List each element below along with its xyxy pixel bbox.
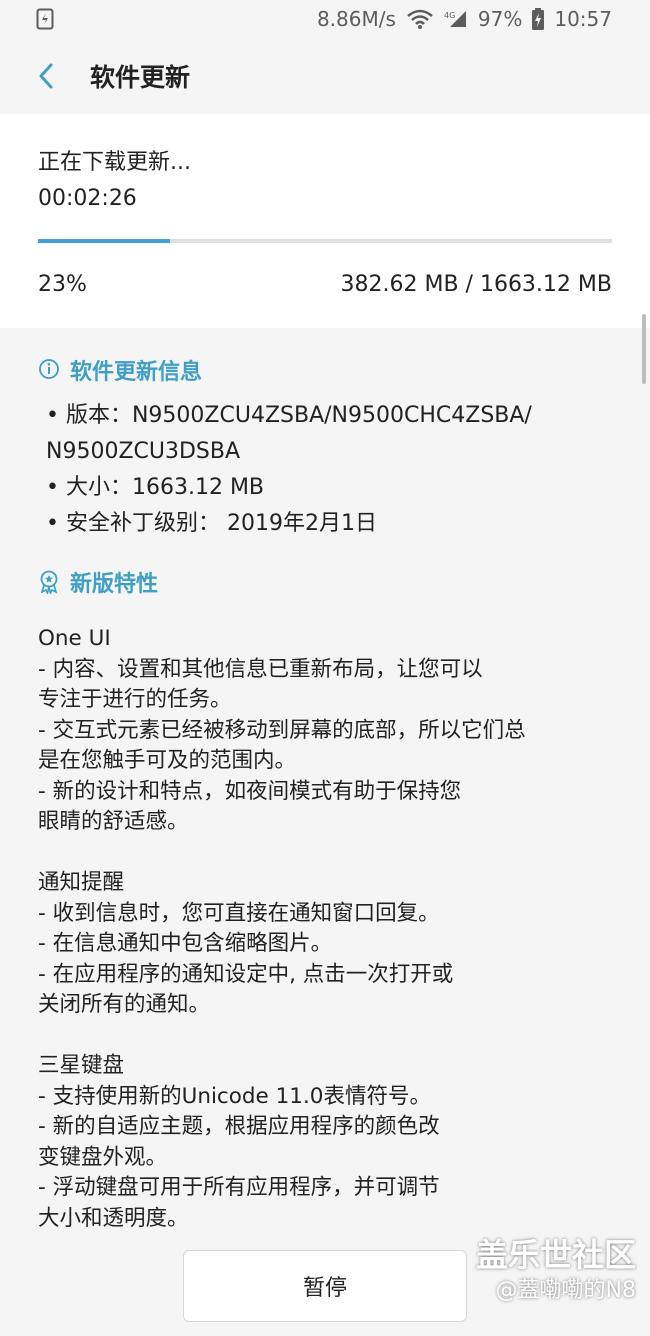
watermark: 盖乐世社区 @蓋嘞嘞的N8 [476, 1236, 636, 1308]
size-line: • 大小：1663.12 MB [46, 475, 265, 500]
badge-icon [38, 570, 62, 594]
release-note-line: - 浮动键盘可用于所有应用程序，并可调节 [38, 1175, 440, 1200]
info-icon [38, 358, 62, 382]
release-note-line [38, 838, 612, 869]
release-note-line: 专注于进行的任务。 [38, 687, 232, 712]
progress-bar [38, 239, 612, 243]
update-info-list: • 版本：N9500ZCU4ZSBA/N9500CHC4ZSBA/ N9500Z… [38, 398, 612, 542]
release-note-line: 眼睛的舒适感。 [38, 809, 189, 834]
release-note-line: - 收到信息时，您可直接在通知窗口回复。 [38, 900, 440, 926]
watermark-logo: 盖乐世社区 [475, 1236, 636, 1274]
download-percent: 23% [38, 272, 87, 297]
clock: 10:57 [554, 7, 612, 31]
update-info-heading: 软件更新信息 [38, 350, 612, 390]
scrollbar[interactable] [642, 314, 646, 384]
release-note-line: - 在应用程序的通知设定中, 点击一次打开或 [38, 961, 454, 987]
cell-signal-icon: 4G [444, 9, 468, 29]
pause-button[interactable]: 暂停 [183, 1250, 467, 1322]
new-features-heading: 新版特性 [38, 562, 612, 602]
version-line-cont: N9500ZCU3DSBA [46, 439, 241, 464]
back-button[interactable] [30, 56, 62, 96]
new-features-title: 新版特性 [70, 572, 159, 597]
patch-line: • 安全补丁级别： 2019年2月1日 [46, 511, 377, 536]
back-arrow-icon [39, 63, 53, 89]
screen: 8.86M/s 4G 97% 10:57 软件更新 正在下载更新... 00:0… [0, 0, 650, 1336]
release-note-line: - 支持使用新的Unicode 11.0表情符号。 [38, 1083, 431, 1109]
update-notification-icon [36, 8, 54, 30]
release-note-line: 大小和透明度。 [38, 1205, 189, 1231]
release-note-line: 三星键盘 [38, 1053, 125, 1078]
release-note-line: - 交互式元素已经被移动到屏幕的底部，所以它们总 [38, 717, 526, 743]
download-progress-card: 正在下载更新... 00:02:26 23% 382.62 MB / 1663.… [0, 114, 650, 328]
version-line: • 版本：N9500ZCU4ZSBA/N9500CHC4ZSBA/ [46, 403, 532, 428]
release-note-line: 变键盘外观。 [38, 1144, 168, 1170]
battery-charging-icon [532, 8, 545, 30]
network-speed: 8.86M/s [316, 7, 396, 31]
svg-text:4G: 4G [444, 11, 455, 20]
download-size: 382.62 MB / 1663.12 MB [340, 272, 613, 297]
app-bar: 软件更新 [0, 38, 650, 114]
release-note-line: - 新的设计和特点，如夜间模式有助于保持您 [38, 778, 462, 804]
release-note-line [38, 1021, 612, 1052]
page-title: 软件更新 [90, 63, 191, 92]
watermark-user: @蓋嘞嘞的N8 [495, 1278, 636, 1303]
progress-bar-fill [38, 239, 171, 243]
download-status: 正在下载更新... [38, 150, 191, 175]
status-bar: 8.86M/s 4G 97% 10:57 [0, 0, 650, 38]
wifi-icon [406, 9, 434, 29]
update-info-title: 软件更新信息 [70, 360, 203, 385]
update-info: 软件更新信息 • 版本：N9500ZCU4ZSBA/N9500CHC4ZSBA/… [0, 328, 650, 1265]
release-note-line: 关闭所有的通知。 [38, 992, 211, 1017]
release-note-line: 通知提醒 [38, 870, 125, 895]
release-note-line: 是在您触手可及的范围内。 [38, 748, 297, 773]
release-note-line: One UI [38, 626, 111, 651]
release-note-line: - 在信息通知中包含缩略图片。 [38, 931, 333, 956]
release-notes: One UI - 内容、设置和其他信息已重新布局，让您可以 专注于进行的任务。 - 交… [38, 624, 612, 1265]
elapsed-time: 00:02:26 [38, 186, 137, 211]
battery-percent: 97% [477, 7, 523, 31]
release-note-line: - 内容、设置和其他信息已重新布局，让您可以 [38, 656, 483, 682]
release-note-line: - 新的自适应主题，根据应用程序的颜色改 [38, 1114, 440, 1139]
